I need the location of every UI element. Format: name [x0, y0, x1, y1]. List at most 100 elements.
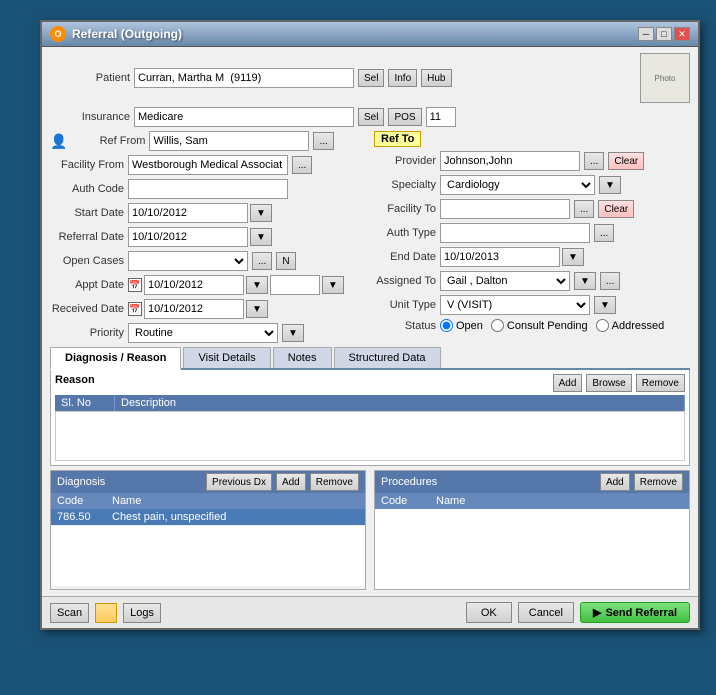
auth-type-ellipsis-button[interactable]: ...	[594, 224, 614, 242]
facility-from-input[interactable]	[128, 155, 288, 175]
reason-browse-button[interactable]: Browse	[586, 374, 631, 392]
status-open-radio[interactable]	[440, 319, 453, 332]
logs-button[interactable]: Logs	[123, 603, 161, 623]
start-date-input[interactable]	[128, 203, 248, 223]
unit-type-select[interactable]: V (VISIT)	[440, 295, 590, 315]
tab-visit-details[interactable]: Visit Details	[183, 347, 270, 368]
insurance-pos-button[interactable]: POS	[388, 108, 421, 126]
reason-header-label: Reason	[55, 374, 95, 392]
facility-to-row: Facility To ... Clear	[374, 199, 690, 219]
tab-notes[interactable]: Notes	[273, 347, 332, 368]
appt-date-label: Appt Date	[50, 279, 124, 291]
diagnosis-table-empty-area	[51, 526, 365, 586]
referral-date-label: Referral Date	[50, 231, 124, 243]
appt-date-row: Appt Date 📅 ▼ ▼	[50, 275, 366, 295]
open-cases-select[interactable]	[128, 251, 248, 271]
procedures-add-button[interactable]: Add	[600, 473, 630, 491]
reason-remove-button[interactable]: Remove	[636, 374, 685, 392]
priority-dropdown-btn[interactable]: ▼	[282, 324, 304, 342]
referral-date-dropdown[interactable]: ▼	[250, 228, 272, 246]
start-date-dropdown[interactable]: ▼	[250, 204, 272, 222]
facility-from-ellipsis-button[interactable]: ...	[292, 156, 312, 174]
open-cases-ellipsis-button[interactable]: ...	[252, 252, 272, 270]
status-row: Status Open Consult Pending Addressed	[374, 319, 690, 332]
status-open-option[interactable]: Open	[440, 319, 483, 332]
facility-to-clear-button[interactable]: Clear	[598, 200, 634, 218]
facility-to-label: Facility To	[374, 203, 436, 215]
ref-to-label: Ref To	[374, 131, 421, 147]
tab-diagnosis-reason[interactable]: Diagnosis / Reason	[50, 347, 181, 370]
procedures-remove-button[interactable]: Remove	[634, 473, 683, 491]
referral-window: O Referral (Outgoing) ─ □ ✕ Patient Sel …	[40, 20, 700, 630]
provider-input[interactable]	[440, 151, 580, 171]
provider-clear-button[interactable]: Clear	[608, 152, 644, 170]
auth-code-row: Auth Code	[50, 179, 366, 199]
facility-to-ellipsis-button[interactable]: ...	[574, 200, 594, 218]
patient-input[interactable]	[134, 68, 354, 88]
ref-to-header-row: Ref To	[374, 131, 690, 147]
procedures-table-header: Code Name	[375, 493, 689, 509]
insurance-input[interactable]	[134, 107, 354, 127]
diagnosis-row-1[interactable]: 786.50 Chest pain, unspecified	[51, 509, 365, 526]
referral-date-input-row: ▼	[128, 227, 272, 247]
appt-date-calendar-icon[interactable]: 📅	[128, 278, 142, 292]
specialty-dropdown-btn[interactable]: ▼	[599, 176, 621, 194]
facility-to-input[interactable]	[440, 199, 570, 219]
diagnosis-col-code: Code	[51, 493, 106, 509]
status-consult-option[interactable]: Consult Pending	[491, 319, 588, 332]
open-cases-row: Open Cases ... N	[50, 251, 366, 271]
tab-structured-data[interactable]: Structured Data	[334, 347, 441, 368]
assigned-to-select[interactable]: Gail , Dalton	[440, 271, 570, 291]
end-date-dropdown[interactable]: ▼	[562, 248, 584, 266]
procedures-col-name: Name	[430, 493, 689, 509]
pos-number-input[interactable]	[426, 107, 456, 127]
close-button[interactable]: ✕	[674, 27, 690, 41]
patient-sel-button[interactable]: Sel	[358, 69, 384, 87]
diagnosis-add-button[interactable]: Add	[276, 473, 306, 491]
assigned-to-dropdown-btn[interactable]: ▼	[574, 272, 596, 290]
referral-date-input[interactable]	[128, 227, 248, 247]
facility-from-label: Facility From	[50, 159, 124, 171]
procedures-col-code: Code	[375, 493, 430, 509]
send-referral-button[interactable]: ▶ Send Referral	[580, 602, 690, 623]
status-addressed-radio[interactable]	[596, 319, 609, 332]
attachments-button[interactable]	[95, 603, 117, 623]
patient-hub-button[interactable]: Hub	[421, 69, 451, 87]
reason-add-button[interactable]: Add	[553, 374, 583, 392]
received-date-calendar-icon[interactable]: 📅	[128, 302, 142, 316]
ref-from-input[interactable]	[149, 131, 309, 151]
appt-date-dropdown[interactable]: ▼	[246, 276, 268, 294]
diagnosis-table-header: Code Name	[51, 493, 365, 509]
received-date-input[interactable]	[144, 299, 244, 319]
assigned-to-ellipsis-button[interactable]: ...	[600, 272, 620, 290]
appt-time-input[interactable]	[270, 275, 320, 295]
specialty-select[interactable]: Cardiology	[440, 175, 595, 195]
appt-date-input[interactable]	[144, 275, 244, 295]
ok-button[interactable]: OK	[466, 602, 512, 623]
maximize-button[interactable]: □	[656, 27, 672, 41]
appt-time-dropdown[interactable]: ▼	[322, 276, 344, 294]
insurance-row: Insurance Sel POS	[50, 107, 690, 127]
received-date-dropdown[interactable]: ▼	[246, 300, 268, 318]
end-date-input[interactable]	[440, 247, 560, 267]
procedures-header-buttons: Add Remove	[600, 473, 683, 491]
unit-type-dropdown-btn[interactable]: ▼	[594, 296, 616, 314]
ref-from-ellipsis-button[interactable]: ...	[313, 132, 333, 150]
ref-from-label: Ref From	[75, 135, 145, 147]
diagnosis-remove-button[interactable]: Remove	[310, 473, 359, 491]
status-consult-radio[interactable]	[491, 319, 504, 332]
insurance-sel-button[interactable]: Sel	[358, 108, 384, 126]
scan-button[interactable]: Scan	[50, 603, 89, 623]
provider-ellipsis-button[interactable]: ...	[584, 152, 604, 170]
minimize-button[interactable]: ─	[638, 27, 654, 41]
auth-type-row: Auth Type ...	[374, 223, 690, 243]
auth-type-input[interactable]	[440, 223, 590, 243]
diagnosis-prev-dx-button[interactable]: Previous Dx	[206, 473, 272, 491]
auth-code-input[interactable]	[128, 179, 288, 199]
diagnosis-cell-name-1: Chest pain, unspecified	[106, 509, 365, 525]
open-cases-n-button[interactable]: N	[276, 252, 295, 270]
cancel-button[interactable]: Cancel	[518, 602, 574, 623]
status-addressed-option[interactable]: Addressed	[596, 319, 665, 332]
priority-select[interactable]: Routine	[128, 323, 278, 343]
patient-info-button[interactable]: Info	[388, 69, 417, 87]
